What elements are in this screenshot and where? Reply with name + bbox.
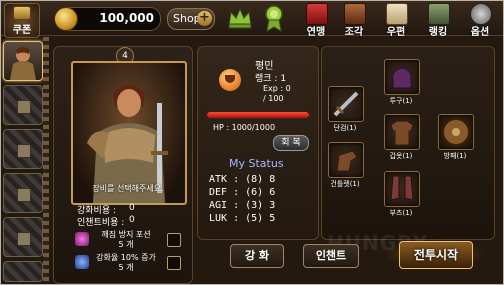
hp-bar <box>206 111 310 119</box>
enhance-cost-value: 0 <box>129 203 135 213</box>
alliance-button[interactable]: 연맹 <box>297 3 335 38</box>
boots-label: 부츠(1) <box>389 209 413 217</box>
coupon-icon <box>13 6 31 20</box>
helmet-label: 투구(1) <box>389 97 413 105</box>
gauntlet-label: 건틀렛(1) <box>330 180 360 188</box>
portrait-caption: 장비를 선택해주세요. <box>92 184 164 193</box>
hero-slot-2[interactable] <box>3 85 43 125</box>
grade-icon <box>219 69 241 91</box>
start-battle-button[interactable]: 전투시작 <box>399 241 473 269</box>
ranking-button[interactable]: 랭킹 <box>419 3 457 38</box>
gold-amount: 100,000 <box>99 11 154 25</box>
hero-illustration <box>87 85 168 203</box>
lock-icon <box>17 144 31 158</box>
enchant-cost: 인챈트비용 : 0 <box>77 215 135 228</box>
options-button[interactable]: 옵션 <box>461 3 499 38</box>
enchant-cost-value: 0 <box>129 215 135 225</box>
enhance-boost-checkbox[interactable] <box>167 256 181 270</box>
potion-icon <box>75 232 89 246</box>
anti-break-potion-checkbox[interactable] <box>167 233 181 247</box>
gold-coin-icon <box>54 7 78 31</box>
chain-divider <box>43 37 49 282</box>
dagger-label: 단검(1) <box>333 124 357 132</box>
exp-label: Exp : 0 <box>263 84 291 93</box>
armor-label: 갑옷(1) <box>389 152 413 160</box>
equip-slot-shield[interactable] <box>438 114 474 150</box>
hero-slot-5[interactable] <box>3 217 43 257</box>
fragment-button[interactable]: 조각 <box>335 3 373 38</box>
potion-count: 5 개 <box>118 240 134 249</box>
grade-label: 평민 <box>255 61 274 72</box>
lock-icon <box>17 100 31 114</box>
fragment-label: 조각 <box>344 27 364 38</box>
stat-luk: LUK : (5) 5 <box>209 213 276 224</box>
medal-icon[interactable] <box>263 4 285 32</box>
ranking-label: 랭킹 <box>428 27 448 38</box>
helmet-icon <box>392 67 412 89</box>
enchant-cost-label: 인챈트비용 : <box>77 218 125 228</box>
hero-slot-3[interactable] <box>3 129 43 169</box>
hero-slot-4[interactable] <box>3 173 43 213</box>
shop-button[interactable]: Shop + <box>167 8 215 30</box>
hero-thumbnail <box>10 47 36 80</box>
letter-icon <box>386 3 408 25</box>
hp-text: HP : 1000/1000 <box>213 123 276 132</box>
equip-slot-helmet[interactable] <box>384 59 420 95</box>
top-bar: 쿠폰 100,000 Shop + 연맹 조각 우편 랭킹 옵션 <box>1 1 503 38</box>
mail-label: 우편 <box>386 27 406 38</box>
heal-button[interactable]: 회 복 <box>273 135 309 151</box>
anti-break-potion-row: 깨짐 방지 포션 5 개 <box>75 229 181 251</box>
banner-icon <box>306 3 328 25</box>
hero-list <box>3 37 43 282</box>
enchant-button[interactable]: 인챈트 <box>303 244 359 268</box>
crown-icon[interactable] <box>227 7 253 29</box>
lock-icon <box>17 232 31 246</box>
exp-max: / 100 <box>263 94 284 103</box>
equip-slot-dagger[interactable] <box>328 86 364 122</box>
dagger-icon <box>333 91 359 117</box>
stat-agi: AGI : (3) 3 <box>209 200 276 211</box>
shield-label: 방패(1) <box>443 152 467 160</box>
coupon-label: 쿠폰 <box>12 25 32 36</box>
shield-icon <box>442 118 470 146</box>
ranking-icon <box>428 3 450 25</box>
gauntlet-icon <box>336 150 358 172</box>
enhance-boost-row: 강화율 10% 증가 5 개 <box>75 252 181 274</box>
coupon-button[interactable]: 쿠폰 <box>4 3 40 38</box>
equip-slot-gauntlet[interactable] <box>328 142 364 178</box>
alliance-label: 연맹 <box>306 27 326 38</box>
mail-button[interactable]: 우편 <box>377 3 415 38</box>
book-icon <box>344 3 366 25</box>
gold-display: 100,000 <box>54 7 161 31</box>
stat-def: DEF : (6) 6 <box>209 187 276 198</box>
options-label: 옵션 <box>470 27 490 38</box>
hp-bar-fill <box>207 112 309 118</box>
boost-count: 5 개 <box>118 263 134 272</box>
boots-icon <box>390 175 414 201</box>
stat-atk: ATK : (8) 8 <box>209 174 276 185</box>
status-title: My Status <box>229 157 284 170</box>
hero-slot-6[interactable] <box>3 261 43 282</box>
plus-icon: + <box>197 11 212 26</box>
gear-icon <box>470 3 492 25</box>
hero-slot-1[interactable] <box>3 41 43 81</box>
enhance-button[interactable]: 강 화 <box>230 244 284 268</box>
equip-slot-boots[interactable] <box>384 171 420 207</box>
equip-slot-armor[interactable] <box>384 114 420 150</box>
armor-icon <box>390 120 414 146</box>
game-screen: 쿠폰 100,000 Shop + 연맹 조각 우편 랭킹 옵션 4 장비를 선… <box>0 0 504 285</box>
boost-icon <box>75 255 89 269</box>
rank-label: 랭크 : 1 <box>255 74 287 84</box>
lock-icon <box>17 188 31 202</box>
